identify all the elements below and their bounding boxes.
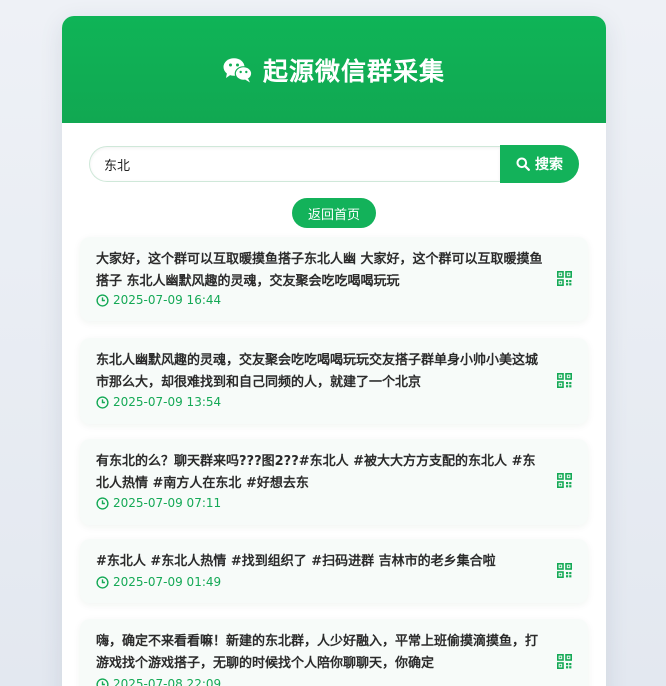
item-date: 2025-07-09 13:54 (96, 395, 221, 409)
page-title: 起源微信群采集 (262, 56, 445, 86)
qrcode-icon[interactable] (557, 563, 572, 578)
qrcode-icon[interactable] (557, 473, 572, 488)
list-item[interactable]: 有东北的么？聊天群来吗???图2??#东北人 #被大大方方支配的东北人 #东北人… (80, 439, 588, 525)
item-text: 大家好，这个群可以互取暖摸鱼搭子东北人幽 大家好，这个群可以互取暖摸鱼搭子 东北… (96, 252, 543, 289)
qrcode-icon[interactable] (557, 271, 572, 286)
item-text: #东北人 #东北人热情 #找到组织了 #扫码进群 吉林市的老乡集合啦 (96, 554, 496, 569)
list-item[interactable]: 大家好，这个群可以互取暖摸鱼搭子东北人幽 大家好，这个群可以互取暖摸鱼搭子 东北… (80, 237, 588, 321)
search-icon (516, 157, 530, 171)
qrcode-icon[interactable] (557, 654, 572, 669)
wechat-icon (223, 57, 253, 82)
list-item[interactable]: 嗨，确定不来看看嘛！新建的东北群，人少好融入，平常上班偷摸滴摸鱼，打游戏找个游戏… (80, 619, 588, 686)
item-date: 2025-07-09 07:11 (96, 496, 221, 510)
item-text: 东北人幽默风趣的灵魂，交友聚会吃吃喝喝玩玩交友搭子群单身小帅小美这城市那么大，却… (96, 353, 539, 390)
main-card: 起源微信群采集 搜索 返回首页 大家好，这个群可以互取暖摸鱼搭子东北人幽 大家好… (62, 16, 606, 686)
clock-icon (96, 496, 109, 510)
header: 起源微信群采集 (62, 16, 606, 123)
item-date: 2025-07-09 01:49 (96, 575, 221, 589)
clock-icon (96, 293, 109, 307)
clock-icon (96, 677, 109, 686)
qrcode-icon[interactable] (557, 373, 572, 388)
search-button[interactable]: 搜索 (500, 145, 579, 183)
list-item[interactable]: #东北人 #东北人热情 #找到组织了 #扫码进群 吉林市的老乡集合啦 2025-… (80, 539, 588, 603)
item-date: 2025-07-09 16:44 (96, 293, 221, 307)
clock-icon (96, 395, 109, 409)
item-text: 有东北的么？聊天群来吗???图2??#东北人 #被大大方方支配的东北人 #东北人… (96, 454, 536, 491)
clock-icon (96, 575, 109, 589)
search-bar: 搜索 (89, 145, 579, 183)
search-input[interactable] (89, 146, 500, 182)
item-text: 嗨，确定不来看看嘛！新建的东北群，人少好融入，平常上班偷摸滴摸鱼，打游戏找个游戏… (96, 634, 539, 671)
list-item[interactable]: 东北人幽默风趣的灵魂，交友聚会吃吃喝喝玩玩交友搭子群单身小帅小美这城市那么大，却… (80, 338, 588, 424)
item-date: 2025-07-08 22:09 (96, 677, 221, 686)
back-home-button[interactable]: 返回首页 (292, 198, 376, 228)
search-button-label: 搜索 (535, 157, 563, 173)
